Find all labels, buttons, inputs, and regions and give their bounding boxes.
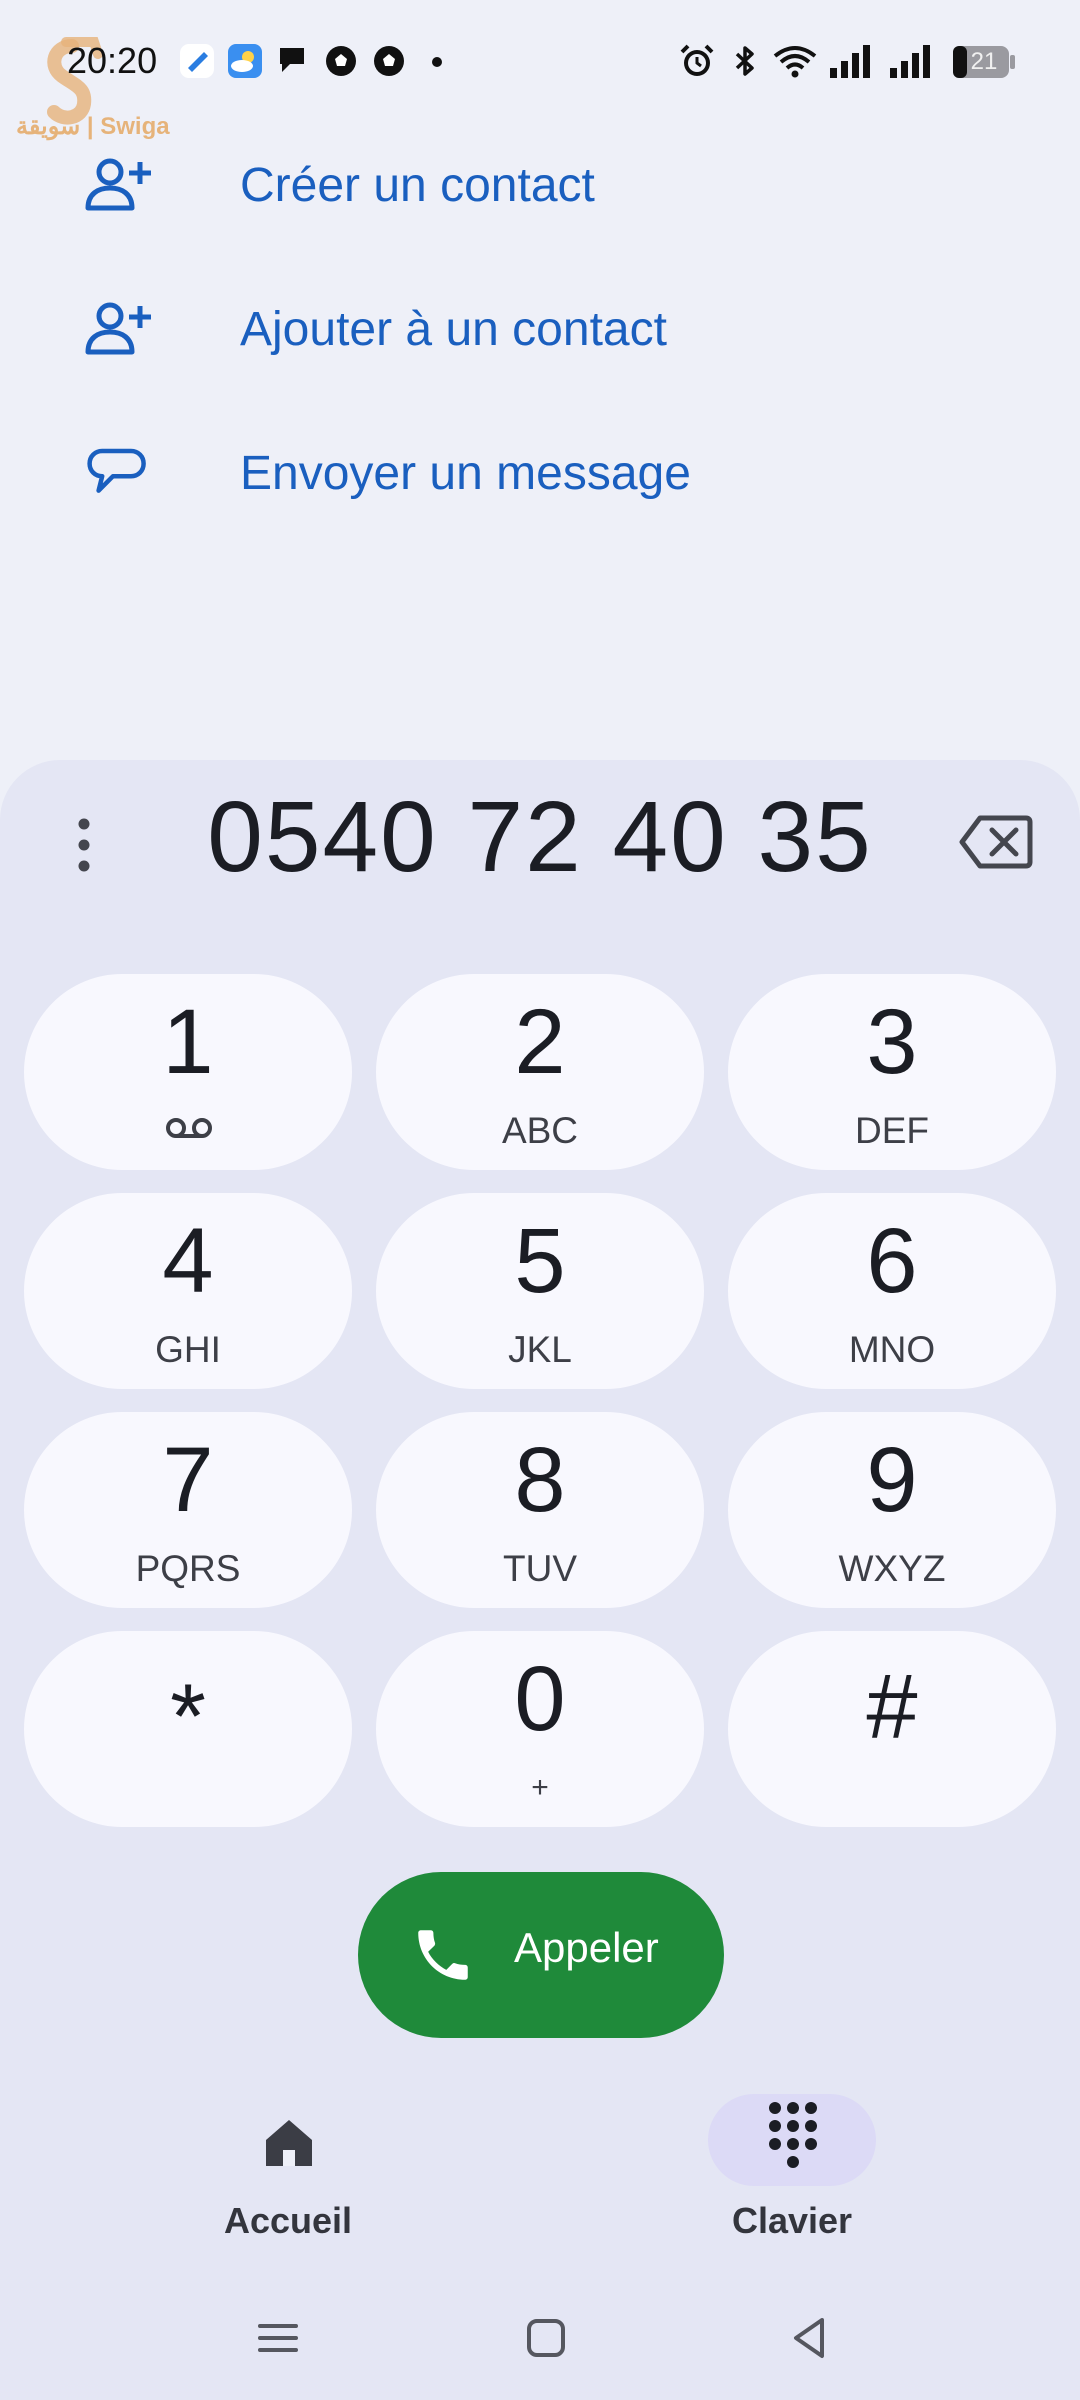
soccer-ball-icon [374,46,404,76]
notification-dot [432,57,442,67]
key-digit: 8 [514,1429,566,1531]
key-letters: GHI [155,1329,221,1370]
key-letters: ABC [501,1110,579,1151]
wifi-icon [773,46,817,78]
key-hash[interactable]: # [728,1631,1056,1827]
key-digit: 5 [514,1210,566,1312]
create-contact-action[interactable]: Créer un contact [0,118,1080,248]
bluetooth-icon [735,46,754,76]
key-digit: 6 [866,1210,918,1312]
key-digit: 4 [162,1210,214,1312]
key-digit: 3 [866,991,918,1093]
chat-icon [280,48,304,72]
key-digit: # [866,1656,918,1758]
key-letters: TUV [503,1548,577,1589]
key-letters: + [531,1771,549,1804]
key-letters: DEF [855,1110,929,1151]
key-6[interactable]: 6 MNO [728,1193,1056,1389]
key-digit: 2 [514,991,566,1093]
person-add-icon [85,302,151,355]
nav-home-label: Accueil [223,2200,353,2241]
key-digit: 1 [162,991,214,1093]
send-message-label: Envoyer un message [240,447,691,500]
send-message-action[interactable]: Envoyer un message [0,406,1080,536]
status-time: 20:20 [67,40,158,81]
key-digit: 0 [514,1648,566,1750]
weather-icon [228,44,262,78]
key-1[interactable]: 1 [24,974,352,1170]
home-icon [266,2120,312,2166]
message-icon [87,448,146,493]
dialpad-icon [769,2102,817,2168]
soccer-ball-icon [326,46,356,76]
app-icon [180,44,214,78]
key-digit: 9 [866,1429,918,1531]
phone-icon [418,1930,468,1980]
backspace-icon[interactable] [958,812,1034,872]
voicemail-icon [166,1118,212,1138]
status-bar: سويقة | Swiga 20:20 21 [0,0,1080,140]
home-button-icon[interactable] [520,2312,572,2364]
add-to-contact-label: Ajouter à un contact [240,303,667,356]
key-9[interactable]: 9 WXYZ [728,1412,1056,1608]
key-5[interactable]: 5 JKL [376,1193,704,1389]
key-letters: JKL [508,1329,572,1370]
battery-level: 21 [970,48,998,75]
dialed-number-field[interactable]: 0540 72 40 35 [150,780,930,895]
key-letters: PQRS [135,1548,241,1589]
create-contact-label: Créer un contact [240,159,595,212]
alarm-icon [680,44,714,76]
key-digit: 7 [162,1429,214,1531]
more-options-icon[interactable] [60,810,108,880]
key-4[interactable]: 4 GHI [24,1193,352,1389]
back-icon[interactable] [784,2312,836,2364]
recent-apps-icon[interactable] [252,2312,304,2364]
add-to-contact-action[interactable]: Ajouter à un contact [0,262,1080,392]
person-add-icon [85,158,151,211]
battery-icon: 21 [952,44,1016,80]
nav-dialpad-label: Clavier [731,2200,853,2241]
key-0[interactable]: 0 + [376,1631,704,1827]
key-7[interactable]: 7 PQRS [24,1412,352,1608]
key-letters: MNO [848,1329,936,1370]
signal-icon [890,45,930,78]
call-button[interactable]: Appeler [358,1872,724,2038]
key-digit: * [170,1666,206,1768]
signal-icon [830,45,870,78]
call-label: Appeler [514,1924,659,1971]
key-2[interactable]: 2 ABC [376,974,704,1170]
key-star[interactable]: * [24,1631,352,1827]
key-letters: WXYZ [838,1548,946,1589]
key-8[interactable]: 8 TUV [376,1412,704,1608]
key-3[interactable]: 3 DEF [728,974,1056,1170]
